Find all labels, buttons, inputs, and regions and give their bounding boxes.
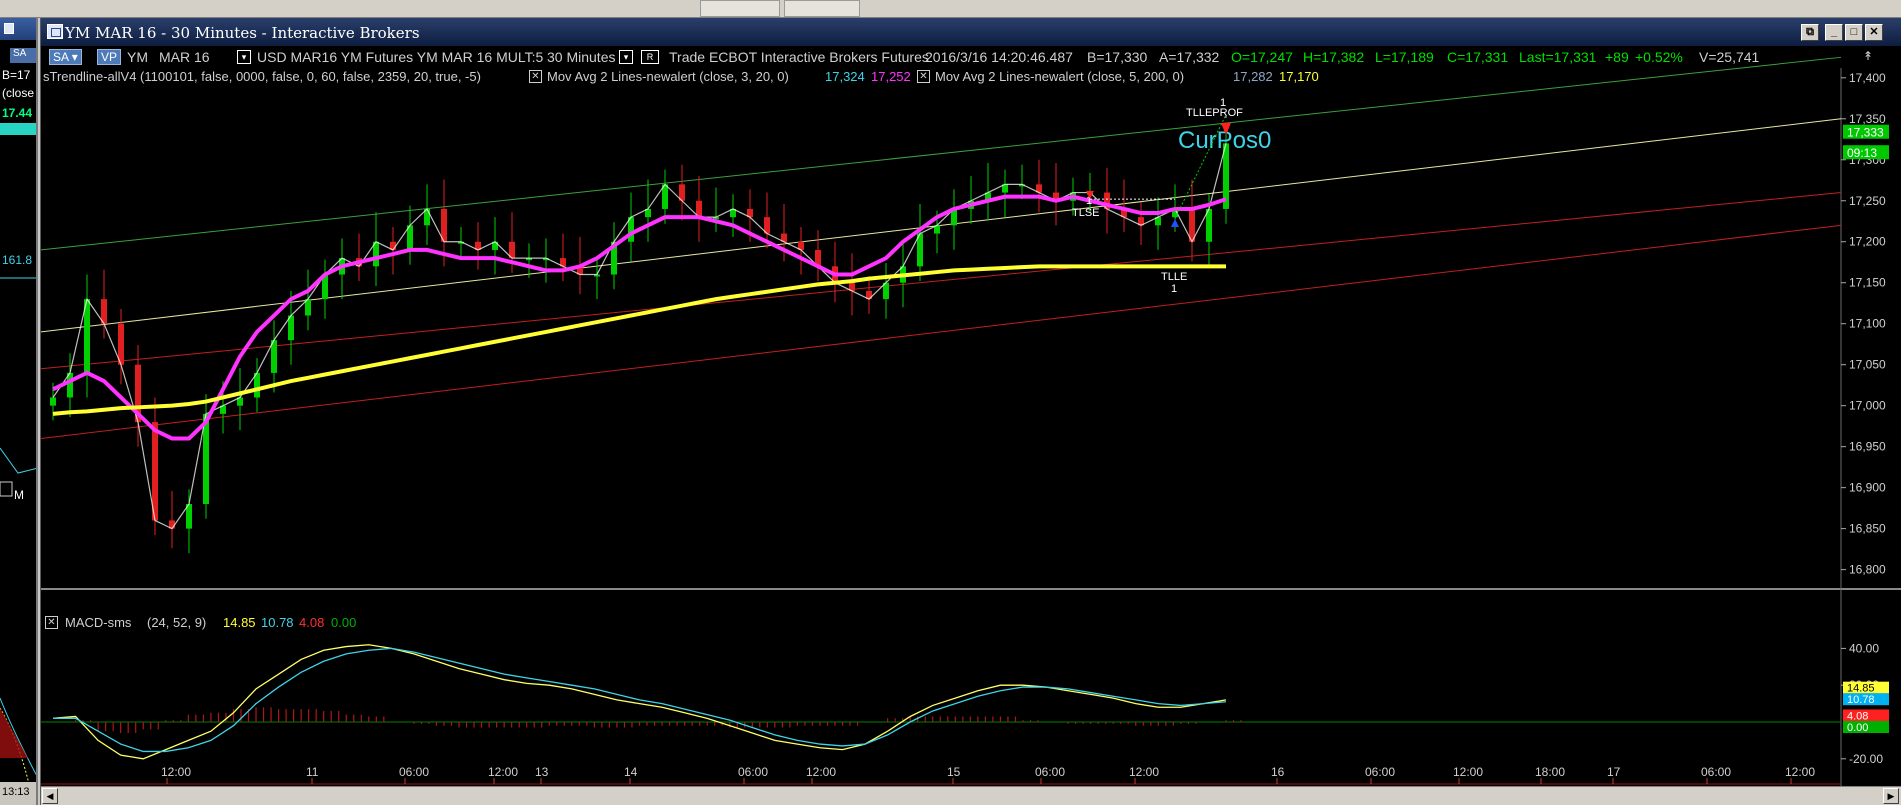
- horizontal-scrollbar[interactable]: ◀ ▶: [41, 786, 1901, 805]
- price-tick-label: 17,250: [1849, 194, 1886, 208]
- price-tag-label: 17,333: [1847, 126, 1884, 140]
- price-tick-label: 17,200: [1849, 235, 1886, 249]
- time-tick-label: 18:00: [1535, 765, 1565, 779]
- time-tick-label: 13: [535, 765, 549, 779]
- time-tick-label: 14: [624, 765, 638, 779]
- time-tick-label: 12:00: [1453, 765, 1483, 779]
- scroll-left-icon[interactable]: ◀: [42, 788, 58, 804]
- time-tick-label: 06:00: [738, 765, 768, 779]
- macd-tick-label: 40.00: [1849, 641, 1879, 655]
- scroll-right-icon[interactable]: ▶: [1883, 788, 1899, 804]
- price-tick-label: 17,100: [1849, 317, 1886, 331]
- price-tick-label: 17,150: [1849, 276, 1886, 290]
- time-tick-label: 15: [947, 765, 961, 779]
- macd-line: [52, 644, 1227, 760]
- chart-canvas[interactable]: 17,40017,35017,30017,25017,20017,15017,1…: [41, 18, 1901, 786]
- macd-tick-label: -20.00: [1849, 752, 1883, 766]
- price-tick-label: 16,900: [1849, 481, 1886, 495]
- trend-channel-line: [41, 192, 1842, 370]
- price-tag-label: 09:13: [1847, 146, 1877, 160]
- price-tick-label: 17,050: [1849, 358, 1886, 372]
- left-macd-histogram: [0, 708, 28, 758]
- time-tick-label: 06:00: [1365, 765, 1395, 779]
- top-taskbar: [0, 0, 1901, 18]
- trend-channel-line: [41, 224, 1842, 439]
- taskbar-tab[interactable]: [784, 0, 860, 17]
- time-tick-label: 06:00: [1035, 765, 1065, 779]
- candle-body: [50, 397, 56, 406]
- price-tick-label: 17,350: [1849, 112, 1886, 126]
- time-tick-label: 12:00: [488, 765, 518, 779]
- price-tick-label: 16,950: [1849, 440, 1886, 454]
- left-status-time: 13:13: [0, 782, 36, 805]
- time-tick-label: 17: [1607, 765, 1621, 779]
- chart-annotation: 1: [1171, 283, 1177, 295]
- moving-average-line: [52, 264, 1226, 416]
- time-tick-label: 12:00: [1785, 765, 1815, 779]
- chart-annotation: TLLE: [1161, 271, 1187, 283]
- price-tick-label: 16,850: [1849, 522, 1886, 536]
- left-price-line: [0, 447, 36, 474]
- time-tick-label: 06:00: [1701, 765, 1731, 779]
- screen: SA B=17 (close 17.44 161.8 M 13:13 YM MA…: [0, 0, 1901, 805]
- time-tick-label: 06:00: [399, 765, 429, 779]
- taskbar-tab[interactable]: [700, 0, 780, 17]
- macd-price-tag-label: 4.08: [1847, 710, 1868, 722]
- chart-annotation: TLLEPROF: [1186, 107, 1243, 119]
- main-chart-window: YM MAR 16 - 30 Minutes - Interactive Bro…: [40, 18, 1901, 805]
- macd-price-tag-label: 0.00: [1847, 722, 1868, 734]
- price-tick-label: 17,400: [1849, 71, 1886, 85]
- macd-price-tag-label: 10.78: [1847, 694, 1875, 706]
- price-tick-label: 16,800: [1849, 563, 1886, 577]
- time-tick-label: 12:00: [161, 765, 191, 779]
- left-chart-window: SA B=17 (close 17.44 161.8 M 13:13: [0, 18, 38, 805]
- buy-marker: [1171, 218, 1179, 227]
- time-tick-label: 12:00: [806, 765, 836, 779]
- time-tick-label: 11: [306, 765, 319, 779]
- price-tick-label: 17,000: [1849, 399, 1886, 413]
- time-tick-label: 16: [1271, 765, 1285, 779]
- chart-annotation: TLSE: [1072, 207, 1100, 219]
- macd-price-tag-label: 14.85: [1847, 683, 1875, 695]
- left-chart-fragment: [0, 277, 36, 789]
- macd-line: [53, 647, 1227, 753]
- left-collapse-box[interactable]: [0, 481, 13, 497]
- time-tick-label: 12:00: [1129, 765, 1159, 779]
